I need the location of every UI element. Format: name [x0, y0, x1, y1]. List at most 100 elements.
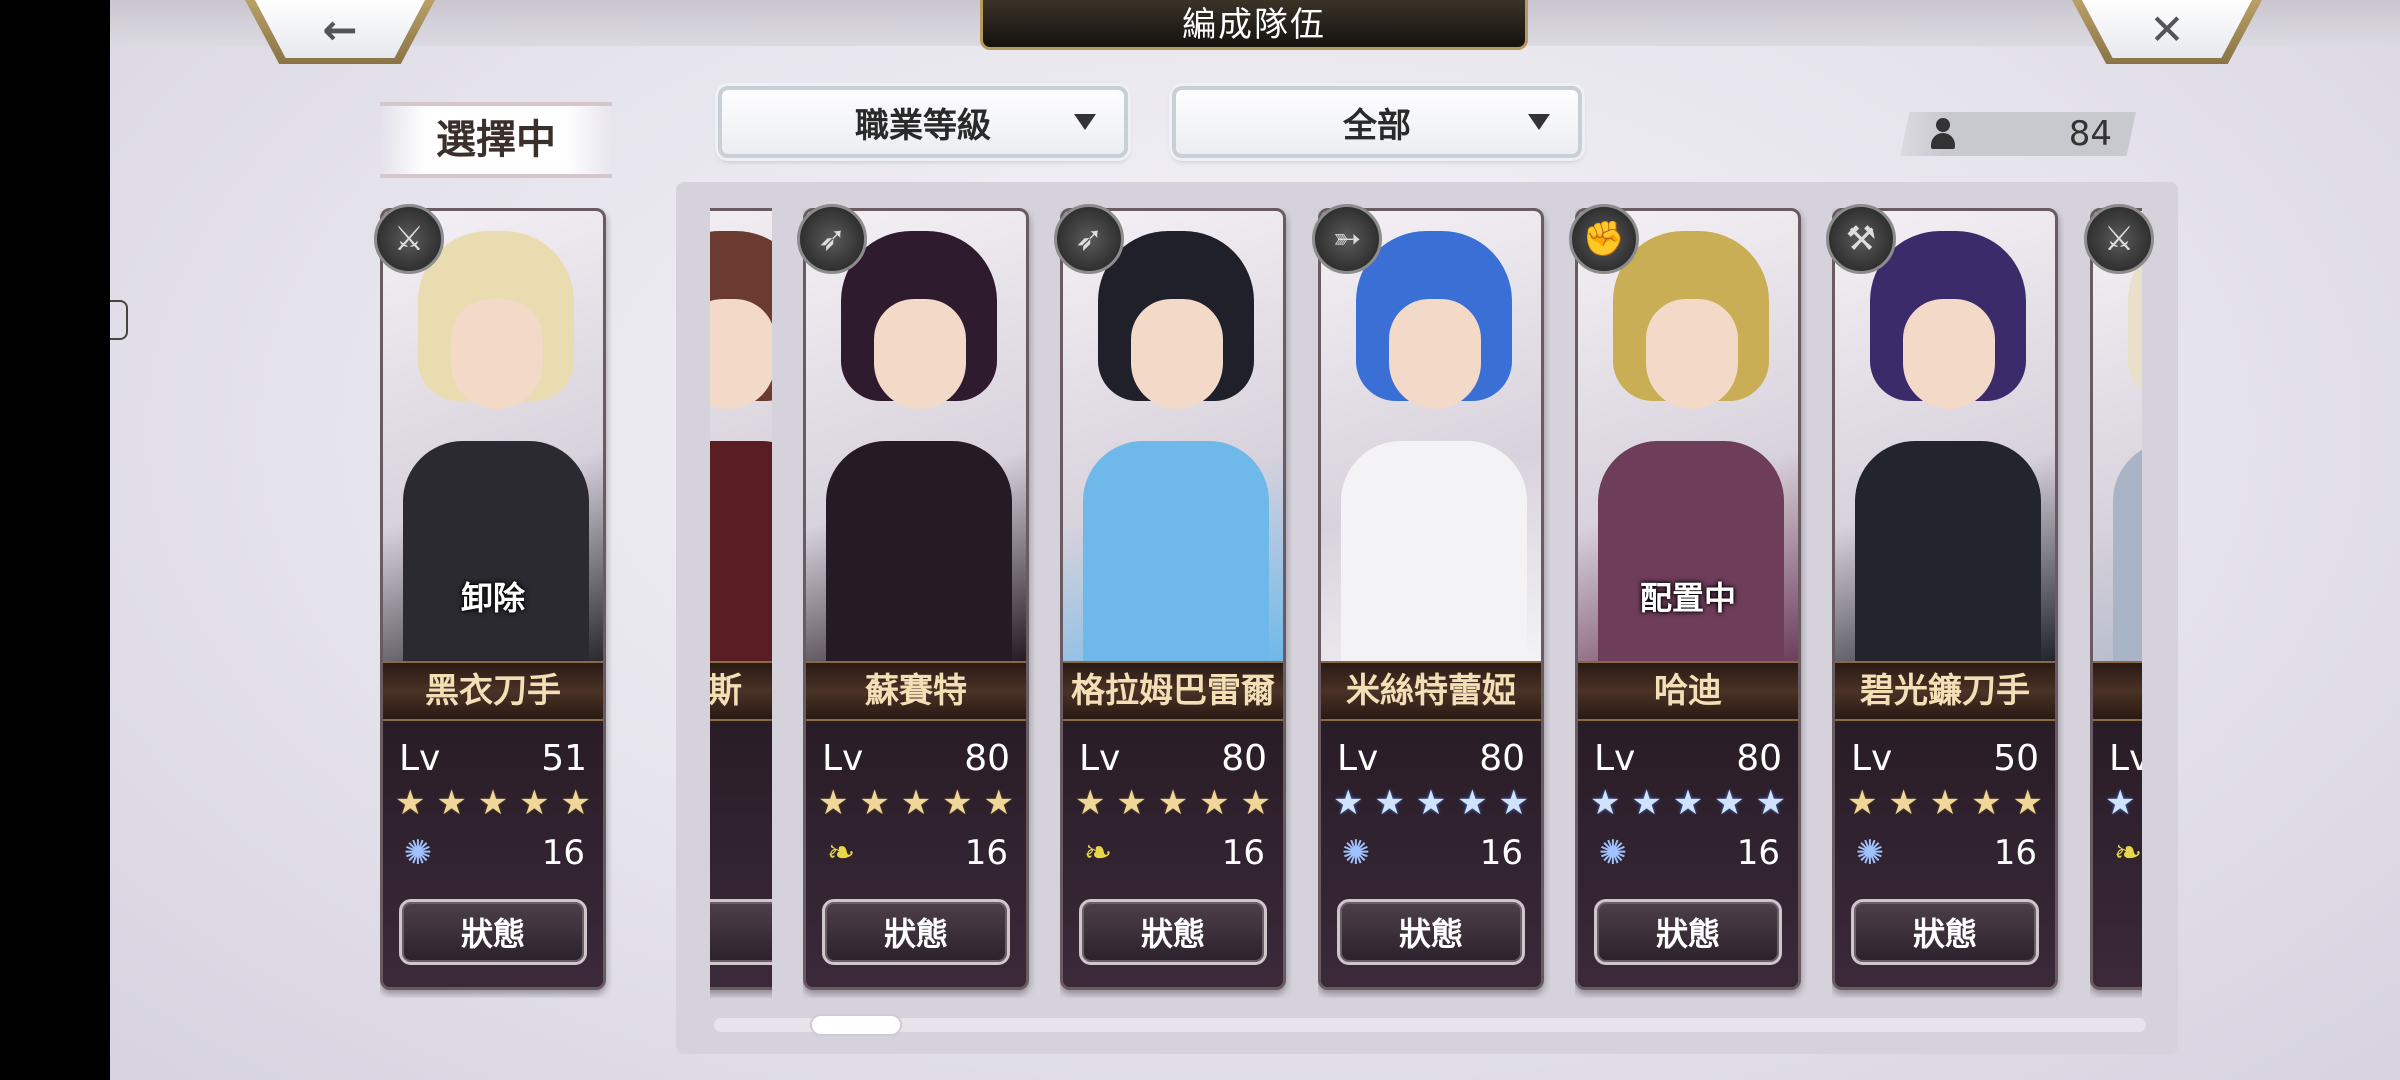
- filter-dropdown[interactable]: 全部: [1172, 86, 1582, 158]
- portrait-face: [1389, 299, 1481, 409]
- rarity-stars: ★★: [710, 783, 772, 823]
- star-icon: ★: [1157, 783, 1189, 823]
- character-card[interactable]: 碧光鐮刀手 Lv 50 ★ ★ ★ ★ ★ ✺ 16 狀態: [1832, 208, 2058, 990]
- portrait-face: [710, 299, 772, 409]
- swirl-element-icon: ✺: [1598, 833, 1628, 873]
- star-icon: ★: [1498, 783, 1529, 823]
- character-card[interactable]: 米絲特蕾婭 Lv 80 ★ ★ ★ ★ ★ ✺ 16 狀態: [1318, 208, 1544, 990]
- character-stats: Lv 80 ★ ★ ★ ★ ★ ✺ 16 狀態: [1321, 723, 1541, 987]
- level-label: Lv: [1594, 737, 1636, 779]
- character-stats: Lv ★ ❧: [2093, 723, 2142, 987]
- level-row: Lv 80: [1079, 737, 1267, 779]
- wind-element-icon: ❧: [1083, 833, 1113, 873]
- level-label: Lv: [822, 737, 864, 779]
- star-icon: ★: [1971, 783, 2002, 823]
- character-portrait: [1063, 211, 1283, 671]
- chevron-down-icon: [1074, 114, 1096, 130]
- character-card[interactable]: 格拉姆巴雷爾 Lv 80 ★ ★ ★ ★ ★ ❧ 16 狀態: [1060, 208, 1286, 990]
- sort-dropdown[interactable]: 職業等級: [718, 86, 1128, 158]
- cost-value: 16: [1736, 833, 1780, 873]
- character-portrait: [710, 211, 772, 671]
- portrait-face: [1903, 299, 1995, 409]
- star-icon: ★: [1240, 783, 1271, 823]
- status-button[interactable]: 狀態: [1851, 899, 2039, 965]
- star-icon: ★: [436, 783, 467, 823]
- character-name: 黑衣刀手: [383, 661, 603, 721]
- character-card-slot: 蘇賽特 Lv 80 ★ ★ ★ ★ ★ ❧ 16 狀態: [803, 208, 1035, 998]
- level-row: 80: [710, 737, 772, 779]
- star-icon: ★: [818, 783, 849, 823]
- status-button[interactable]: 狀態: [1079, 899, 1267, 965]
- star-icon: ★: [1847, 783, 1878, 823]
- character-name: 哈迪: [1578, 661, 1798, 721]
- rarity-stars: ★ ★ ★ ★ ★: [395, 783, 591, 823]
- level-label: Lv: [399, 737, 441, 779]
- character-name: 碧光鐮刀手: [1835, 661, 2055, 721]
- star-icon: ★: [477, 783, 509, 823]
- level-label: Lv: [2109, 737, 2142, 779]
- cost-value: 16: [964, 833, 1008, 873]
- element-row: ❧ 16: [1079, 831, 1265, 875]
- unit-count-value: 84: [2068, 114, 2112, 154]
- portrait-face: [1646, 299, 1738, 409]
- swirl-element-icon: ✺: [1341, 833, 1371, 873]
- element-row: ✺ 16: [1851, 831, 2037, 875]
- filter-dropdown-value: 全部: [1343, 105, 1411, 146]
- star-icon: ★: [859, 783, 890, 823]
- status-button[interactable]: 狀態: [822, 899, 1010, 965]
- star-icon: ★: [395, 783, 426, 823]
- portrait-face: [451, 299, 543, 409]
- character-name: 格拉姆巴雷爾: [1063, 661, 1283, 721]
- character-name: 米絲特蕾婭: [1321, 661, 1541, 721]
- character-card[interactable]: 配置中 哈迪 Lv 80 ★ ★ ★ ★ ★ ✺ 16 狀態: [1575, 208, 1801, 990]
- portrait-body: [826, 441, 1012, 671]
- character-card[interactable]: Lv ★ ❧: [2090, 208, 2142, 990]
- element-row: ❧: [2109, 831, 2142, 875]
- star-icon: ★: [1333, 783, 1364, 823]
- back-arrow-icon: ←: [322, 4, 358, 54]
- portrait-face: [1131, 299, 1223, 409]
- character-card[interactable]: 斯 80 ★★ 16: [710, 208, 772, 990]
- status-button[interactable]: 狀態: [1337, 899, 1525, 965]
- scrollbar-thumb[interactable]: [810, 1014, 902, 1036]
- star-icon: ★: [1631, 783, 1662, 823]
- star-icon: ★: [1714, 783, 1745, 823]
- character-card[interactable]: 卸除 黑衣刀手 Lv 51 ★ ★ ★ ★ ★ ✺ 16 狀態: [380, 208, 606, 990]
- portrait-body: [1598, 441, 1784, 671]
- status-button[interactable]: 狀態: [1594, 899, 1782, 965]
- level-row: Lv 80: [1594, 737, 1782, 779]
- character-name: 斯: [710, 661, 772, 721]
- rarity-stars: ★ ★ ★ ★ ★: [1333, 783, 1529, 823]
- character-stats: 80 ★★ 16: [710, 723, 772, 987]
- rarity-stars: ★ ★ ★ ★ ★: [1075, 783, 1271, 823]
- level-label: Lv: [1851, 737, 1893, 779]
- character-stats: Lv 80 ★ ★ ★ ★ ★ ❧ 16 狀態: [1063, 723, 1283, 987]
- level-row: Lv 51: [399, 737, 587, 779]
- element-row: 16: [710, 831, 772, 875]
- swirl-element-icon: ✺: [403, 833, 433, 873]
- level-row: Lv 80: [822, 737, 1010, 779]
- star-icon: ★: [1457, 783, 1488, 823]
- sword-icon: ⚔: [2084, 204, 2154, 274]
- status-button[interactable]: 狀態: [399, 899, 587, 965]
- level-row: Lv 80: [1337, 737, 1525, 779]
- star-icon: ★: [2012, 783, 2043, 823]
- portrait-body: [1855, 441, 2041, 671]
- level-label: Lv: [1337, 737, 1379, 779]
- side-handle: [110, 300, 128, 340]
- rarity-stars: ★ ★ ★ ★ ★: [1847, 783, 2043, 823]
- spear-icon: ➶: [797, 204, 867, 274]
- wind-element-icon: ❧: [826, 833, 856, 873]
- character-portrait: [806, 211, 1026, 671]
- character-stats: Lv 51 ★ ★ ★ ★ ★ ✺ 16 狀態: [383, 723, 603, 987]
- fist-icon: ✊: [1569, 204, 1639, 274]
- portrait-body: [403, 441, 589, 671]
- character-card[interactable]: 蘇賽特 Lv 80 ★ ★ ★ ★ ★ ❧ 16 狀態: [803, 208, 1029, 990]
- character-portrait: [2093, 211, 2142, 671]
- chevron-down-icon: [1528, 114, 1550, 130]
- horizontal-scrollbar[interactable]: [714, 1018, 2146, 1032]
- status-button[interactable]: [710, 899, 772, 965]
- sort-dropdown-value: 職業等級: [855, 105, 991, 146]
- character-card-slot: 格拉姆巴雷爾 Lv 80 ★ ★ ★ ★ ★ ❧ 16 狀態: [1060, 208, 1292, 998]
- level-value: 50: [1993, 737, 2039, 779]
